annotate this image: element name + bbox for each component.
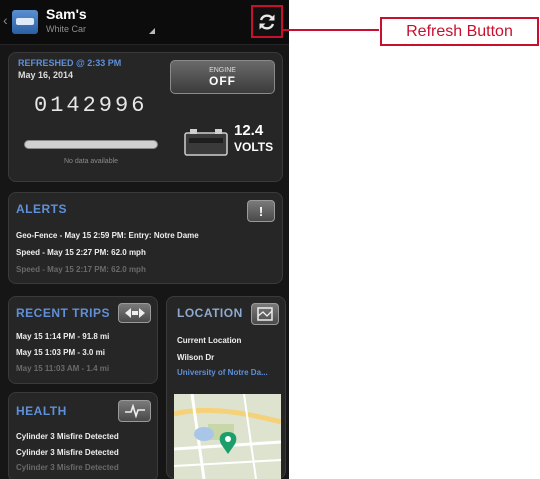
location-title: LOCATION bbox=[177, 306, 243, 320]
annotation-connector bbox=[283, 29, 379, 31]
vehicle-selector-dropdown-icon[interactable] bbox=[149, 28, 155, 34]
annotation-text: Refresh Button bbox=[406, 22, 513, 40]
engine-status-label: ENGINE bbox=[209, 67, 236, 74]
location-label: Current Location bbox=[177, 336, 242, 345]
refresh-icon bbox=[259, 13, 275, 30]
health-button[interactable] bbox=[118, 400, 151, 422]
location-map[interactable] bbox=[174, 394, 281, 479]
location-street: Wilson Dr bbox=[177, 353, 215, 362]
back-chevron-icon[interactable]: ‹ bbox=[3, 12, 8, 28]
arrows-icon bbox=[124, 308, 145, 318]
alert-item[interactable]: Geo-Fence - May 15 2:59 PM: Entry: Notre… bbox=[16, 231, 199, 240]
battery-voltage: 12.4 bbox=[234, 122, 264, 139]
alert-item[interactable]: Speed - May 15 2:17 PM: 62.0 mph bbox=[16, 265, 146, 274]
alerts-title: ALERTS bbox=[16, 202, 67, 216]
health-item[interactable]: Cylinder 3 Misfire Detected bbox=[16, 463, 119, 472]
refreshed-date: May 16, 2014 bbox=[18, 70, 74, 80]
health-item[interactable]: Cylinder 3 Misfire Detected bbox=[16, 432, 119, 441]
phone-screen: ‹ Sam's White Car REFRESHED @ 2:33 PM Ma… bbox=[0, 0, 289, 479]
recent-trips-button[interactable] bbox=[118, 303, 151, 323]
trip-item[interactable]: May 15 11:03 AM - 1.4 mi bbox=[16, 364, 109, 373]
app-header: ‹ Sam's White Car bbox=[0, 0, 289, 45]
location-place[interactable]: University of Notre Da... bbox=[177, 368, 268, 377]
trip-item[interactable]: May 15 1:14 PM - 91.8 mi bbox=[16, 332, 109, 341]
alerts-button[interactable]: ! bbox=[247, 200, 275, 222]
fuel-level-note: No data available bbox=[63, 158, 119, 165]
exclamation-icon: ! bbox=[258, 203, 264, 219]
fuel-level-bar bbox=[24, 140, 158, 149]
battery-voltage-unit: VOLTS bbox=[234, 140, 274, 154]
engine-status-button[interactable]: ENGINE OFF bbox=[170, 60, 275, 94]
location-button[interactable] bbox=[251, 303, 279, 325]
recent-trips-title: RECENT TRIPS bbox=[16, 306, 111, 320]
health-title: HEALTH bbox=[16, 404, 67, 418]
odometer-reading: 0142996 bbox=[34, 93, 148, 118]
car-app-icon[interactable] bbox=[12, 10, 38, 34]
refreshed-time: REFRESHED @ 2:33 PM bbox=[18, 58, 122, 68]
map-graphic bbox=[174, 394, 281, 479]
annotation-label: Refresh Button bbox=[380, 17, 539, 46]
trip-item[interactable]: May 15 1:03 PM - 3.0 mi bbox=[16, 348, 105, 357]
engine-status-value: OFF bbox=[209, 74, 236, 88]
map-icon bbox=[257, 307, 273, 321]
alert-item[interactable]: Speed - May 15 2:27 PM: 62.0 mph bbox=[16, 248, 146, 257]
vehicle-name[interactable]: Sam's bbox=[46, 6, 87, 22]
heartbeat-icon bbox=[124, 404, 145, 418]
battery-icon bbox=[184, 129, 228, 156]
refresh-button[interactable] bbox=[251, 5, 283, 38]
vehicle-subtitle: White Car bbox=[46, 24, 87, 34]
health-item[interactable]: Cylinder 3 Misfire Detected bbox=[16, 448, 119, 457]
